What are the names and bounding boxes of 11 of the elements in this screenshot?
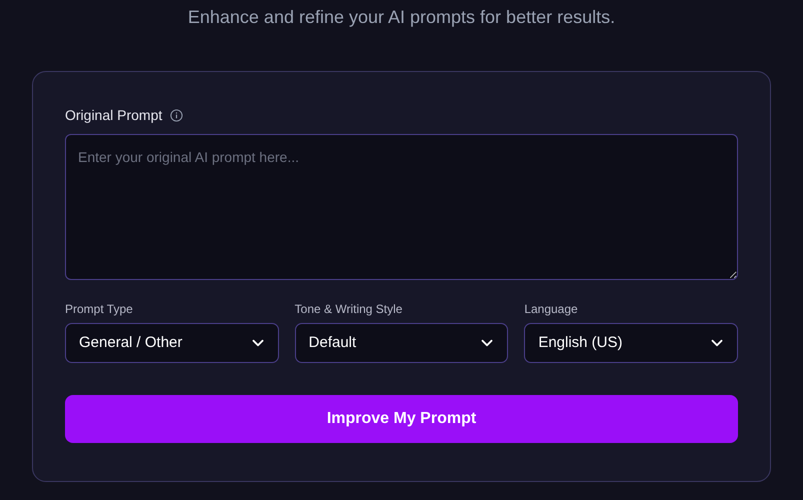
- select-label: Prompt Type: [65, 301, 134, 318]
- info-icon: [170, 109, 184, 122]
- subtitle: Enhance and refine your AI prompts for better results.: [186, 6, 616, 29]
- select-label: Tone & Writing Style: [294, 301, 404, 318]
- dropdown[interactable]: English (US): [524, 323, 738, 363]
- dropdown[interactable]: Default: [294, 323, 508, 363]
- field-label: Original Prompt: [65, 106, 162, 125]
- improve-button[interactable]: Improve My Prompt: [65, 395, 738, 443]
- prompt-input-field[interactable]: Enter your original AI prompt here...: [65, 134, 738, 280]
- select-label: Language: [524, 301, 579, 318]
- dropdown[interactable]: General / Other: [65, 323, 279, 363]
